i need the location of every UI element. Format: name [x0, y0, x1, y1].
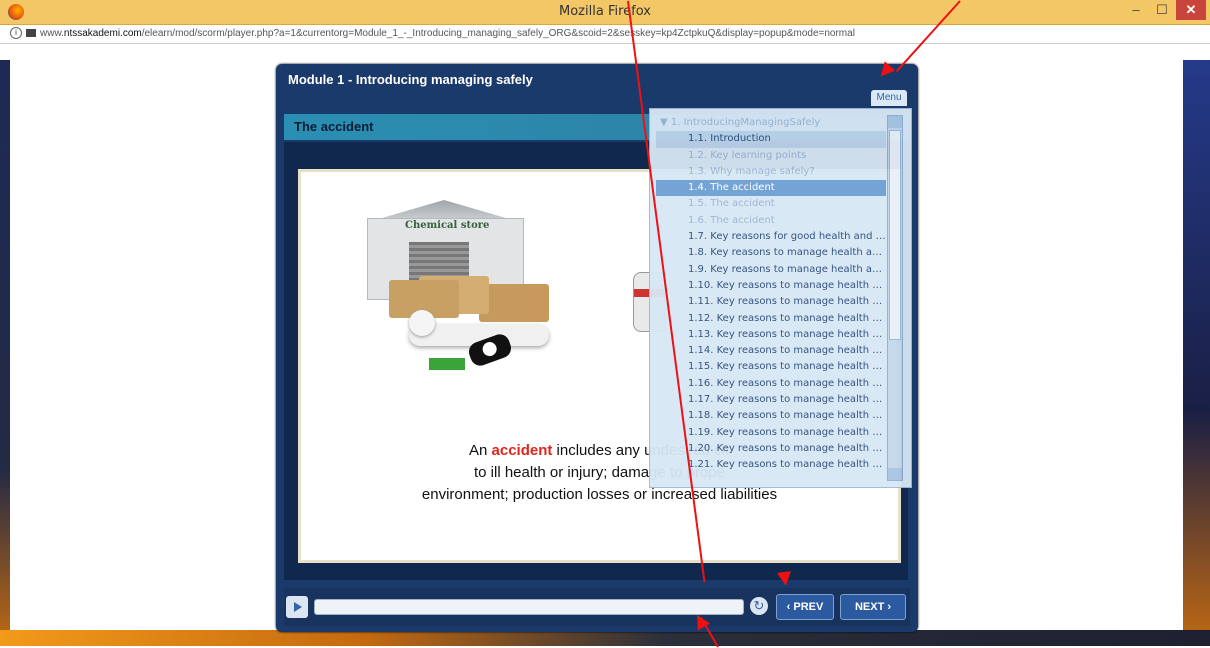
green-arrow-icon [429, 358, 465, 370]
scroll-thumb[interactable] [889, 130, 901, 340]
play-button[interactable] [286, 596, 308, 618]
menu-item[interactable]: 1.5. The accident [656, 196, 886, 212]
menu-button[interactable]: Menu [871, 90, 907, 106]
menu-item[interactable]: 1.3. Why manage safely? [656, 164, 886, 180]
caption-keyword: accident [491, 442, 553, 459]
menu-item[interactable]: 1.6. The accident [656, 213, 886, 229]
player-controls: ↻ ‹ PREV NEXT › [284, 588, 910, 626]
menu-list: ▼ 1. IntroducingManagingSafely 1.1. Intr… [656, 115, 886, 474]
menu-item[interactable]: 1.15. Key reasons to manage health and..… [656, 359, 886, 375]
skull-icon [480, 340, 499, 359]
replay-button[interactable]: ↻ [750, 597, 768, 615]
url-domain: ntssakademi.com [63, 28, 142, 39]
page-icon [26, 29, 36, 38]
window-title: Mozilla Firefox [559, 4, 651, 19]
scroll-up-icon[interactable] [888, 116, 902, 128]
caption-prefix: An [469, 442, 492, 459]
next-button[interactable]: NEXT › [840, 594, 906, 620]
url-bar[interactable]: i www.ntssakademi.com/elearn/mod/scorm/pl… [0, 25, 1210, 44]
menu-item[interactable]: 1.11. Key reasons to manage health and..… [656, 294, 886, 310]
url-prefix: www. [40, 28, 64, 39]
menu-item[interactable]: 1.16. Key reasons to manage health and..… [656, 376, 886, 392]
maximize-button[interactable]: ☐ [1150, 0, 1174, 20]
annotation-arrow-head [777, 571, 793, 587]
desktop-background-right [1183, 60, 1210, 646]
menu-item[interactable]: 1.18. Key reasons to manage health and..… [656, 408, 886, 424]
menu-item[interactable]: 1.10. Key reasons to manage health and..… [656, 278, 886, 294]
close-button[interactable]: ✕ [1176, 0, 1206, 20]
browser-titlebar: Mozilla Firefox – ☐ ✕ [0, 0, 1210, 25]
desktop-background-left [0, 60, 10, 646]
menu-item[interactable]: 1.9. Key reasons to manage health and s.… [656, 262, 886, 278]
menu-item[interactable]: 1.2. Key learning points [656, 148, 886, 164]
menu-item[interactable]: 1.7. Key reasons for good health and saf… [656, 229, 886, 245]
menu-item[interactable]: 1.1. Introduction [656, 131, 886, 148]
module-title: Module 1 - Introducing managing safely [288, 72, 533, 87]
info-icon[interactable]: i [10, 27, 22, 40]
url-path: /elearn/mod/scorm/player.php?a=1&current… [141, 28, 855, 39]
figure-head [409, 310, 435, 336]
menu-item[interactable]: 1.12. Key reasons to manage health and..… [656, 311, 886, 327]
menu-item[interactable]: 1.20. Key reasons to manage health and..… [656, 441, 886, 457]
caption-line-3: environment; production losses or increa… [421, 486, 778, 503]
prev-button[interactable]: ‹ PREV [776, 594, 834, 620]
menu-root-item[interactable]: ▼ 1. IntroducingManagingSafely [656, 115, 886, 131]
injured-person-illustration [409, 310, 559, 370]
slide-title: The accident [294, 119, 374, 134]
menu-item[interactable]: 1.8. Key reasons to manage health and s.… [656, 245, 886, 261]
minimize-button[interactable]: – [1124, 0, 1148, 20]
menu-item[interactable]: 1.17. Key reasons to manage health and..… [656, 392, 886, 408]
progress-bar[interactable] [314, 599, 744, 615]
menu-item[interactable]: 1.14. Key reasons to manage health and..… [656, 343, 886, 359]
menu-item[interactable]: 1.13. Key reasons to manage health and..… [656, 327, 886, 343]
menu-panel: ▼ 1. IntroducingManagingSafely 1.1. Intr… [649, 108, 912, 488]
desktop-background-bottom [0, 630, 1210, 646]
menu-scrollbar[interactable] [887, 115, 903, 481]
store-sign: Chemical store [405, 220, 490, 231]
chemical-store-illustration: Chemical store [349, 200, 539, 318]
scroll-down-icon[interactable] [888, 468, 902, 480]
menu-item[interactable]: 1.19. Key reasons to manage health and..… [656, 425, 886, 441]
menu-item-current[interactable]: 1.4. The accident [656, 180, 886, 197]
